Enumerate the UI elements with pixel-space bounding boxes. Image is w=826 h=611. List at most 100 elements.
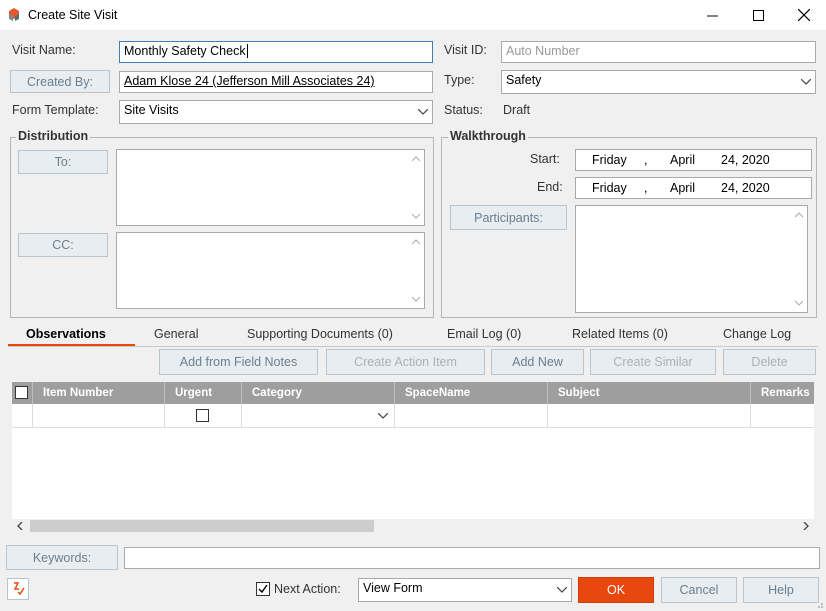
spellcheck-button[interactable] (7, 578, 29, 600)
tab-supporting-documents[interactable]: Supporting Documents (0) (247, 327, 393, 341)
resize-grip-icon[interactable] (814, 599, 824, 609)
next-action-label: Next Action: (274, 582, 341, 596)
col-subject[interactable]: Subject (548, 382, 751, 404)
next-action-value: View Form (363, 581, 423, 595)
start-date: 24, 2020 (721, 153, 770, 167)
subject-cell[interactable] (548, 404, 751, 428)
cc-button[interactable]: CC: (18, 233, 108, 257)
end-separator: , (644, 181, 648, 195)
tab-change-log[interactable]: Change Log (723, 327, 791, 341)
walkthrough-title: Walkthrough (448, 129, 528, 143)
chevron-up-icon (412, 156, 420, 162)
start-month: April (670, 153, 696, 167)
end-day: Friday (592, 181, 627, 195)
start-date-picker[interactable]: Friday , April 24, 2020 (575, 149, 812, 171)
to-button[interactable]: To: (18, 150, 108, 174)
grid-body (12, 404, 814, 520)
close-button[interactable] (781, 0, 826, 30)
col-item-number[interactable]: Item Number (33, 382, 165, 404)
created-by-input[interactable]: Adam Klose 24 (Jefferson Mill Associates… (119, 71, 433, 93)
item-number-cell[interactable] (33, 404, 165, 428)
chevron-down-icon (795, 300, 803, 306)
tab-observations[interactable]: Observations (26, 327, 106, 341)
chevron-up-icon (412, 239, 420, 245)
scrollbar-thumb[interactable] (30, 520, 374, 532)
end-label: End: (537, 180, 563, 194)
chevron-left-icon[interactable] (17, 522, 23, 530)
status-label: Status: (444, 103, 483, 117)
to-scrollbar[interactable] (408, 150, 424, 225)
participants-textarea[interactable] (575, 205, 808, 313)
next-action-checkbox[interactable] (256, 582, 270, 596)
visit-name-input[interactable]: Monthly Safety Check (119, 41, 433, 63)
visit-id-placeholder: Auto Number (506, 44, 580, 58)
type-label: Type: (444, 73, 475, 87)
urgent-cell[interactable] (165, 404, 242, 428)
col-remarks[interactable]: Remarks (751, 382, 814, 404)
end-date: 24, 2020 (721, 181, 770, 195)
form-template-select[interactable]: Site Visits (119, 100, 433, 124)
type-select[interactable]: Safety (501, 70, 816, 94)
category-cell[interactable] (242, 404, 395, 428)
space-name-cell[interactable] (395, 404, 548, 428)
next-action-select[interactable]: View Form (358, 578, 572, 602)
chevron-down-icon (801, 79, 811, 85)
add-new-button[interactable]: Add New (491, 349, 584, 375)
participants-scrollbar[interactable] (791, 206, 807, 312)
app-logo-icon (9, 8, 19, 21)
tab-divider (8, 346, 818, 347)
select-all-cell (12, 382, 33, 404)
chevron-right-icon[interactable] (803, 522, 809, 530)
spellcheck-icon (13, 582, 25, 596)
chevron-down-icon (557, 587, 567, 593)
chevron-down-icon (378, 413, 388, 419)
delete-button[interactable]: Delete (723, 349, 816, 375)
chevron-up-icon (795, 212, 803, 218)
horizontal-scrollbar[interactable] (12, 519, 814, 533)
status-value: Draft (503, 103, 531, 117)
remarks-cell[interactable] (751, 404, 814, 428)
tab-email-log[interactable]: Email Log (0) (447, 327, 521, 341)
start-label: Start: (530, 152, 560, 166)
end-month: April (670, 181, 696, 195)
maximize-icon (752, 9, 764, 21)
minimize-button[interactable] (689, 0, 735, 30)
window-title: Create Site Visit (28, 8, 118, 22)
row-selector-cell[interactable] (12, 404, 33, 428)
col-category[interactable]: Category (242, 382, 395, 404)
cc-textarea[interactable] (116, 232, 425, 309)
create-similar-button[interactable]: Create Similar (590, 349, 716, 375)
col-space-name[interactable]: SpaceName (395, 382, 548, 404)
cancel-button[interactable]: Cancel (661, 577, 737, 603)
tab-general[interactable]: General (154, 327, 198, 341)
create-action-item-button[interactable]: Create Action Item (326, 349, 485, 375)
close-icon (798, 9, 810, 21)
add-from-field-notes-button[interactable]: Add from Field Notes (159, 349, 318, 375)
chevron-down-icon (412, 296, 420, 302)
chevron-down-icon (412, 213, 420, 219)
chevron-down-icon (418, 109, 428, 115)
tab-related-items[interactable]: Related Items (0) (572, 327, 668, 341)
keywords-input[interactable] (124, 547, 820, 569)
distribution-title: Distribution (16, 129, 91, 143)
start-day: Friday (592, 153, 627, 167)
end-date-picker[interactable]: Friday , April 24, 2020 (575, 177, 812, 199)
keywords-button[interactable]: Keywords: (6, 545, 118, 570)
ok-button[interactable]: OK (578, 577, 654, 603)
created-by-button[interactable]: Created By: (10, 70, 110, 93)
visit-id-label: Visit ID: (444, 43, 487, 57)
cc-scrollbar[interactable] (408, 233, 424, 308)
visit-id-input[interactable]: Auto Number (501, 41, 816, 63)
visit-name-value: Monthly Safety Check (124, 44, 246, 58)
col-urgent[interactable]: Urgent (165, 382, 242, 404)
to-textarea[interactable] (116, 149, 425, 226)
maximize-button[interactable] (735, 0, 781, 30)
urgent-checkbox[interactable] (196, 409, 209, 422)
participants-button[interactable]: Participants: (450, 205, 567, 230)
form-template-label: Form Template: (12, 103, 99, 117)
select-all-checkbox[interactable] (15, 386, 28, 399)
help-button[interactable]: Help (743, 577, 819, 603)
type-value: Safety (506, 73, 542, 87)
checkmark-icon (258, 584, 268, 594)
form-template-value: Site Visits (124, 103, 179, 117)
